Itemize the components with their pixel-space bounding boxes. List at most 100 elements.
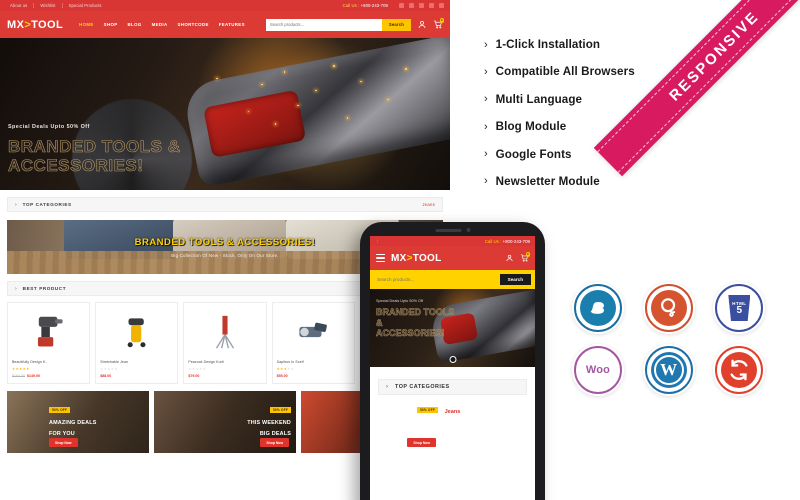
category-banner-title: BRANDED TOOLS & ACCESSORIES! xyxy=(134,236,316,248)
nav-item-home[interactable]: HOME xyxy=(79,22,94,27)
main-nav: HOME SHOP BLOG MEDIA SHORTCODE FEATURES xyxy=(79,22,245,27)
product-card[interactable]: Dapibus In Scelf ★★★★★ $55.00 xyxy=(271,302,355,384)
promo-shop-now-button[interactable]: Shop Now xyxy=(260,438,289,447)
hero-banner: Special Deals Upto 50% Off BRANDED TOOLS… xyxy=(0,38,450,190)
badge-ring xyxy=(574,284,622,332)
phone-top-categories-header[interactable]: › TOP CATEGORIES xyxy=(378,379,527,395)
best-product-title: BEST PRODUCT xyxy=(22,286,67,291)
promo-card[interactable]: 50% OFF AMAZING DEALS FOR YOU Shop Now xyxy=(7,391,149,453)
nav-item-blog[interactable]: BLOG xyxy=(128,22,142,27)
feature-label: Blog Module xyxy=(495,120,567,134)
phone-hero-copy: Special Deals Upto 50% Off BRANDED TOOLS… xyxy=(376,299,455,339)
nav-item-shortcode[interactable]: SHORTCODE xyxy=(178,22,209,27)
search-button[interactable]: Search xyxy=(381,18,411,31)
product-current-price: $55.00 xyxy=(276,374,288,378)
badge-ring xyxy=(715,346,764,394)
promo-badge: 50% OFF xyxy=(416,407,438,413)
chevron-right-icon: › xyxy=(484,120,488,133)
product-rating: ★★★★★ xyxy=(12,367,30,371)
logo-text-main: MX xyxy=(7,18,25,31)
promo-card[interactable]: 50% OFF THIS WEEKEND BIG DEALS Shop Now xyxy=(154,391,296,453)
category-banner-copy: BRANDED TOOLS & ACCESSORIES! Big Collect… xyxy=(7,220,443,274)
facebook-icon[interactable] xyxy=(399,3,404,8)
social-icons xyxy=(393,3,444,8)
phone-cart-icon[interactable]: 0 xyxy=(520,252,530,263)
linkedin-icon[interactable] xyxy=(439,3,444,8)
phone-cart-count-badge: 0 xyxy=(525,252,530,257)
promo-line-1: AMAZING DEALS xyxy=(49,420,97,426)
hero-copy: Special Deals Upto 50% Off BRANDED TOOLS… xyxy=(8,124,181,176)
nav-item-shop[interactable]: SHOP xyxy=(104,22,118,27)
phone-hero-subtitle: Special Deals Upto 50% Off xyxy=(376,299,423,303)
utility-link-wishlist[interactable]: Wishlist xyxy=(34,3,63,8)
html5-version: 5 xyxy=(736,304,743,316)
phone-search-button[interactable]: Search xyxy=(499,274,531,285)
utility-right: Call Us : +800-243-709 xyxy=(343,3,444,8)
search-input[interactable] xyxy=(266,18,382,31)
phone-call-block: Call Us : +800-243-709 xyxy=(485,239,530,244)
google-plus-icon[interactable] xyxy=(429,3,434,8)
screenshot-root: About us Wishlist Special Products Call … xyxy=(0,0,800,500)
chevron-right-icon: › xyxy=(484,175,488,188)
product-rating: ★★★★★ xyxy=(188,367,207,371)
promo-line-1: START SHOPPING xyxy=(387,420,438,426)
promo-copy: 50% OFF AMAZING DEALS FOR YOU xyxy=(49,398,97,438)
instagram-icon[interactable] xyxy=(419,3,424,8)
twitter-icon[interactable] xyxy=(409,3,414,8)
promo-shop-now-button[interactable]: Shop Now xyxy=(407,438,436,447)
cart-count-badge: 0 xyxy=(439,18,444,23)
phone-hero-line-3: ACCESSORIES! xyxy=(376,328,445,338)
top-categories-section: › TOP CATEGORIES Jeans xyxy=(7,197,443,212)
product-old-price: $164.00 xyxy=(12,374,25,378)
feature-label: Google Fonts xyxy=(495,147,572,161)
call-us-label: Call Us : xyxy=(342,3,360,8)
product-current-price: $88.00 xyxy=(100,374,112,378)
bootstrap-badge xyxy=(572,282,624,334)
utility-link-about[interactable]: About us xyxy=(6,3,35,8)
responsive-badge xyxy=(713,344,766,396)
product-card[interactable]: Stretchable Jean ★★★★★ $88.00 xyxy=(95,302,179,384)
phone-account-icon[interactable] xyxy=(505,253,514,263)
sass-badge xyxy=(642,282,695,334)
product-name: Stretchable Jean xyxy=(100,360,129,364)
product-card[interactable]: Peacock Design Kurti ★★★★★ $79.00 xyxy=(183,302,267,384)
phone-call-number[interactable]: +800-243-709 xyxy=(503,239,530,244)
header-right: Search 0 xyxy=(266,18,444,31)
feature-label: Multi Language xyxy=(495,92,583,106)
promo-shop-now-button[interactable]: Shop Now xyxy=(49,438,78,447)
wordpress-badge: W xyxy=(642,344,695,396)
html5-shield: HTML 5 xyxy=(728,295,751,321)
utility-link-special-products[interactable]: Special Products xyxy=(63,3,108,8)
phone-search-input[interactable] xyxy=(374,274,500,285)
chevron-right-icon: › xyxy=(484,38,488,51)
hero-title-line-2: ACCESSORIES! xyxy=(8,156,144,176)
chevron-right-icon: › xyxy=(15,285,17,292)
phone-call-label: Call Us : xyxy=(484,238,502,244)
hero-subtitle: Special Deals Upto 50% Off xyxy=(8,124,90,130)
nav-item-media[interactable]: MEDIA xyxy=(152,22,168,27)
top-categories-header: › TOP CATEGORIES Jeans xyxy=(7,197,443,212)
promo-line-1: THIS WEEKEND xyxy=(247,420,291,426)
phone-hero-pause-icon[interactable] xyxy=(449,356,456,363)
feature-item-blog-module: › Blog Module xyxy=(484,120,714,133)
feature-label: Newsletter Module xyxy=(495,174,600,188)
logo-text-tail: TOOL xyxy=(31,18,64,31)
promo-line-2: HURRY UP xyxy=(408,431,438,437)
account-icon[interactable] xyxy=(417,19,427,30)
product-price: $164.00 $149.00 xyxy=(12,374,85,378)
site-logo[interactable]: MX>TOOL xyxy=(7,19,63,31)
promo-copy: 50% OFF THIS WEEKEND BIG DEALS xyxy=(247,398,291,438)
nav-item-features[interactable]: FEATURES xyxy=(219,22,245,27)
category-banner[interactable]: BRANDED TOOLS & ACCESSORIES! Big Collect… xyxy=(7,220,443,274)
hero-title-line-1: BRANDED TOOLS & xyxy=(8,137,181,157)
product-image xyxy=(277,308,350,355)
promo-line-2: BIG DEALS xyxy=(259,431,291,437)
call-us-phone[interactable]: +800-243-709 xyxy=(361,3,388,8)
badge-ring xyxy=(644,284,693,332)
phone-header-icons: 0 xyxy=(505,252,530,263)
product-card[interactable]: Beautifully Design K.. ★★★★★ $164.00 $149… xyxy=(7,302,91,384)
woocommerce-badge: Woo xyxy=(572,344,624,396)
top-categories-link-jeans[interactable]: Jeans xyxy=(422,202,435,207)
phone-screen: ⋮ Call Us : +800-243-709 MX>TOOL 0 Searc… xyxy=(370,236,535,500)
cart-icon[interactable]: 0 xyxy=(433,18,444,30)
